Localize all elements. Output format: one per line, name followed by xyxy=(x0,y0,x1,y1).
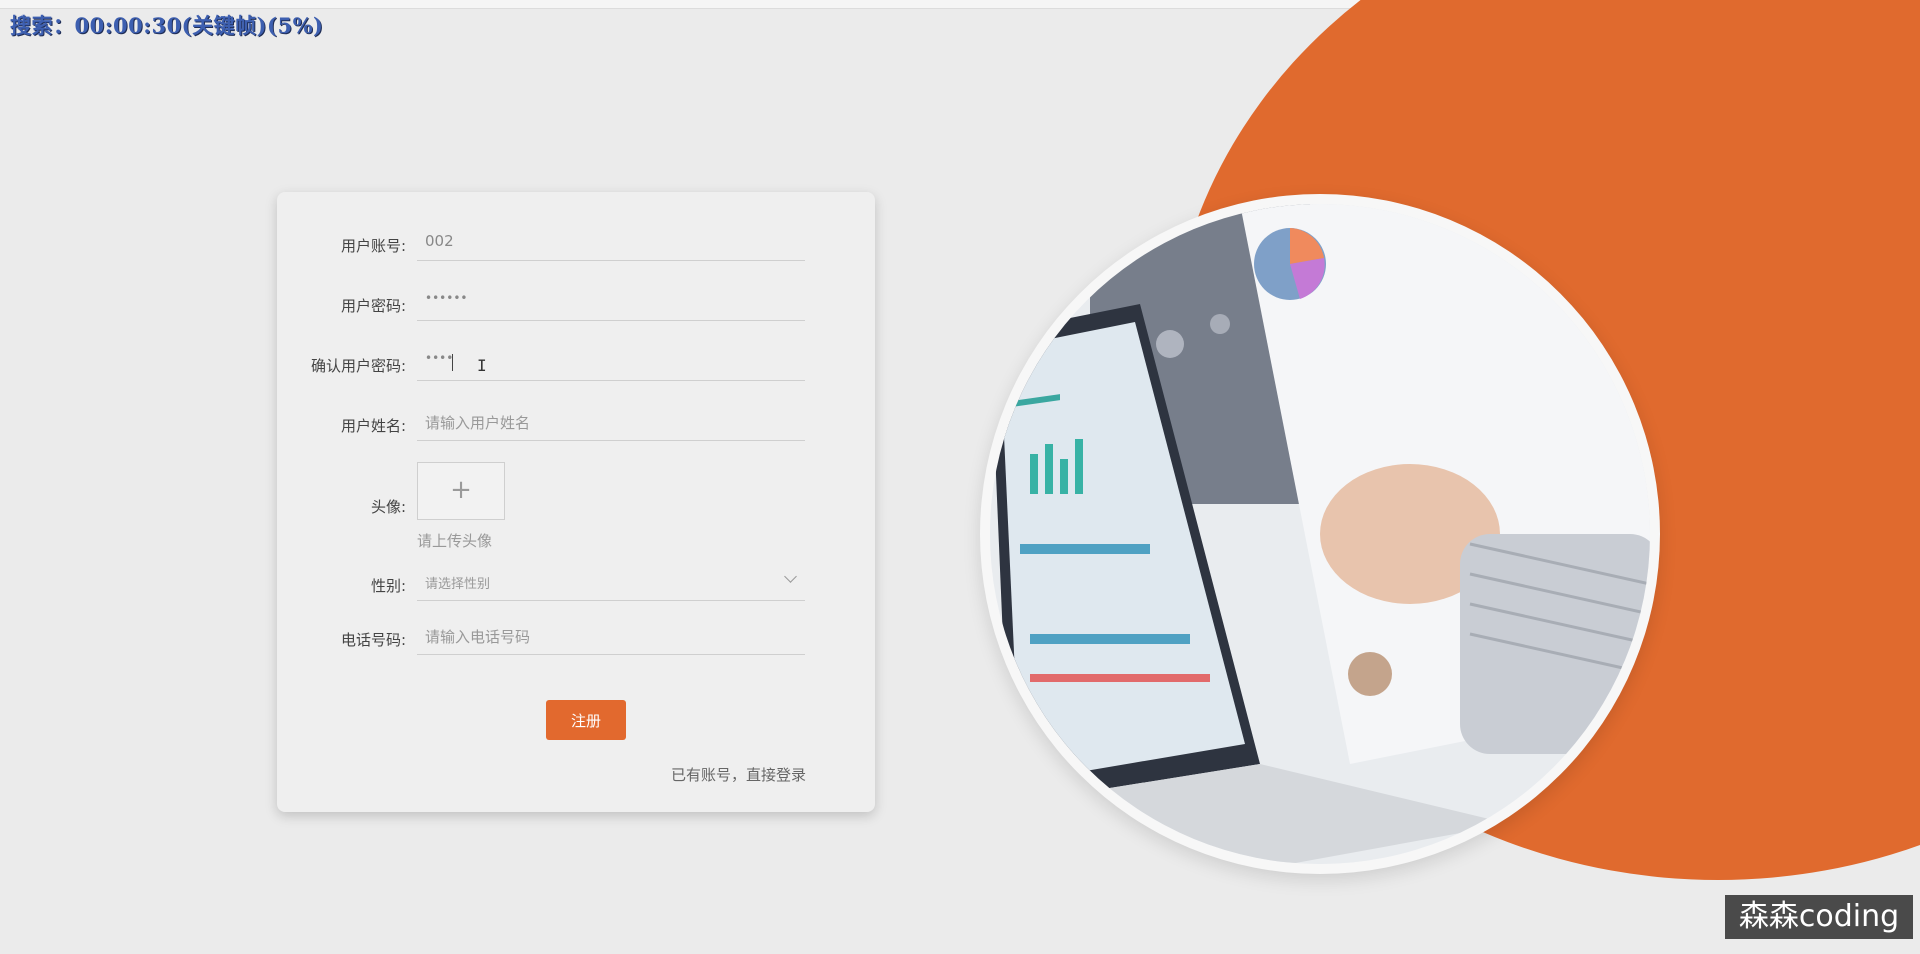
login-link[interactable]: 已有账号，直接登录 xyxy=(671,764,806,785)
phone-row: 电话号码: 请输入电话号码 xyxy=(277,614,875,674)
name-label: 用户姓名: xyxy=(340,417,406,435)
name-input[interactable]: 请输入用户姓名 xyxy=(417,402,805,441)
avatar-hint: 请上传头像 xyxy=(417,532,493,550)
confirm-password-label: 确认用户密码: xyxy=(310,357,406,375)
avatar-upload-button[interactable]: + xyxy=(417,462,505,520)
account-row: 用户账号: 002 xyxy=(277,222,875,282)
ibeam-cursor-icon: I xyxy=(477,356,487,375)
video-search-overlay: 搜索：00:00:30(关键帧)(5%) xyxy=(10,13,324,38)
name-row: 用户姓名: 请输入用户姓名 xyxy=(277,402,875,462)
gender-label: 性别: xyxy=(370,577,406,595)
register-button[interactable]: 注册 xyxy=(546,700,626,740)
office-laptop-photo xyxy=(990,204,1650,864)
text-cursor xyxy=(452,354,453,371)
gender-placeholder: 请选择性别 xyxy=(425,577,491,592)
phone-label: 电话号码: xyxy=(340,631,406,649)
channel-watermark: 森森coding xyxy=(1725,895,1913,939)
register-form-card: 用户账号: 002 用户密码: •••••• 确认用户密码: •••• I 用户… xyxy=(277,192,875,812)
gender-row: 性别: 请选择性别 xyxy=(277,560,875,620)
confirm-password-value: •••• xyxy=(425,351,454,365)
register-page: 搜索：00:00:30(关键帧)(5%) 用户账号: 002 用户密码: •••… xyxy=(0,0,1920,954)
avatar-label: 头像: xyxy=(370,498,406,516)
password-input[interactable]: •••••• xyxy=(417,282,805,321)
confirm-password-input[interactable]: •••• I xyxy=(417,342,805,381)
password-value: •••••• xyxy=(425,291,468,305)
account-label: 用户账号: xyxy=(340,237,406,255)
password-row: 用户密码: •••••• xyxy=(277,282,875,342)
chevron-down-icon xyxy=(784,570,797,583)
plus-icon: + xyxy=(450,475,472,505)
password-label: 用户密码: xyxy=(340,297,406,315)
confirm-password-row: 确认用户密码: •••• I xyxy=(277,342,875,402)
phone-placeholder: 请输入电话号码 xyxy=(425,628,531,646)
phone-input[interactable]: 请输入电话号码 xyxy=(417,614,805,655)
account-input[interactable]: 002 xyxy=(417,222,805,261)
gender-select[interactable]: 请选择性别 xyxy=(417,560,805,601)
account-value: 002 xyxy=(425,232,454,250)
name-placeholder: 请输入用户姓名 xyxy=(425,414,531,432)
